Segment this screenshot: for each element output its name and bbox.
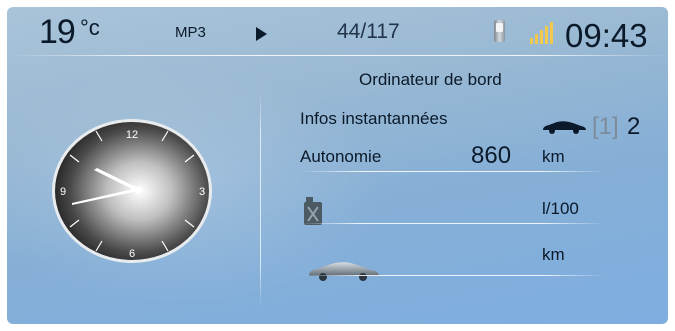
audio-source[interactable]: MP3 xyxy=(175,24,206,41)
distance-divider xyxy=(300,275,605,276)
outside-temperature: 19 xyxy=(39,13,76,51)
car-icon xyxy=(309,262,379,281)
range-divider xyxy=(300,171,605,172)
clock-center xyxy=(134,186,142,194)
instant-info-label[interactable]: Infos instantannées xyxy=(300,109,447,129)
track-counter: 44/117 xyxy=(337,20,400,43)
clock-numeral-3: 3 xyxy=(199,186,205,198)
trip-computer-title: Ordinateur de bord xyxy=(359,70,502,89)
phone-icon[interactable] xyxy=(494,20,505,42)
consumption-unit: l/100 xyxy=(542,199,579,218)
distance-unit: km xyxy=(542,245,565,264)
status-bar: 19 °c MP3 44/117 09:43 xyxy=(7,7,668,59)
panel-divider xyxy=(260,92,261,307)
status-divider xyxy=(7,55,668,56)
play-icon[interactable] xyxy=(256,27,267,41)
dashboard-screen: 19 °c MP3 44/117 09:43 12 3 6 9 Ordinate… xyxy=(7,7,668,324)
range-value: 860 xyxy=(471,142,512,169)
signal-strength-icon xyxy=(530,22,556,44)
clock-numeral-9: 9 xyxy=(60,186,66,198)
clock-time: 09:43 xyxy=(565,17,648,54)
trip-bracket: [1] xyxy=(592,113,619,140)
clock-numeral-12: 12 xyxy=(126,129,138,141)
car-icon xyxy=(543,121,586,134)
range-label: Autonomie xyxy=(300,147,382,166)
consumption-divider xyxy=(300,223,605,224)
trip-number: 2 xyxy=(627,113,641,140)
analog-clock: 12 3 6 9 xyxy=(52,119,212,263)
clock-numeral-6: 6 xyxy=(129,248,135,260)
range-unit: km xyxy=(542,147,565,166)
fuel-can-icon xyxy=(304,197,322,225)
temperature-unit: °c xyxy=(80,15,100,40)
